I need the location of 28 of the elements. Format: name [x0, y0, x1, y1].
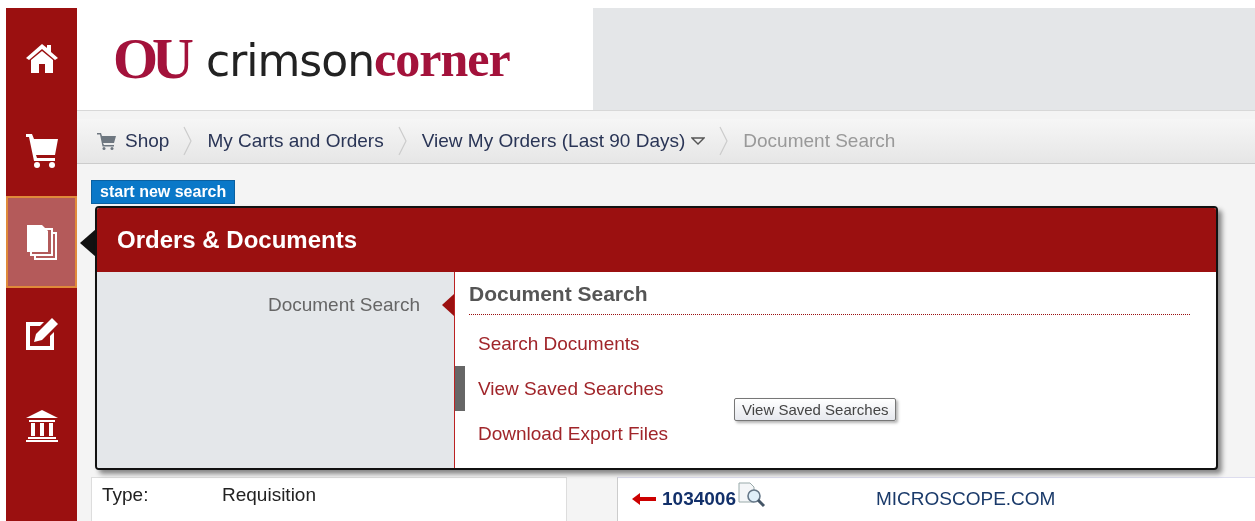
edit-icon [23, 316, 60, 352]
sidebar-item[interactable] [6, 196, 77, 288]
menu-link[interactable]: Download Export Files [478, 422, 669, 445]
breadcrumb-link[interactable]: Shop [97, 130, 170, 152]
field-value: Requisition [222, 484, 316, 506]
supplier-name: MICROSCOPE.COM [875, 488, 1056, 510]
breadcrumb-separator-icon [183, 126, 194, 156]
breadcrumb-separator-icon [397, 126, 408, 156]
document-search-icon[interactable] [737, 482, 766, 508]
arrow-icon [632, 493, 656, 505]
cart-icon [97, 132, 117, 150]
tooltip: View Saved Searches [734, 398, 897, 421]
breadcrumb-separator-icon [719, 126, 730, 156]
documents-icon [24, 223, 59, 261]
menu-link[interactable]: View Saved Searches [478, 377, 664, 400]
breadcrumb-link[interactable]: My Carts and Orders [207, 130, 384, 152]
logo-text: crimsoncorner [206, 30, 510, 88]
section-title: Document Search [469, 282, 1190, 315]
menu-link[interactable]: Search Documents [478, 332, 640, 355]
field-label: Type: [102, 484, 150, 506]
bank-icon [24, 409, 59, 443]
cart-icon [23, 131, 60, 169]
start-search-button[interactable]: start new search [91, 180, 236, 204]
menu-category[interactable]: Document Search [267, 294, 420, 316]
logo-mark: OU [113, 30, 190, 88]
breadcrumb-link[interactable]: View My Orders (Last 90 Days) [421, 130, 706, 152]
order-number-link[interactable]: 1034006 [662, 488, 736, 510]
popup-title: Orders & Documents [117, 226, 358, 254]
